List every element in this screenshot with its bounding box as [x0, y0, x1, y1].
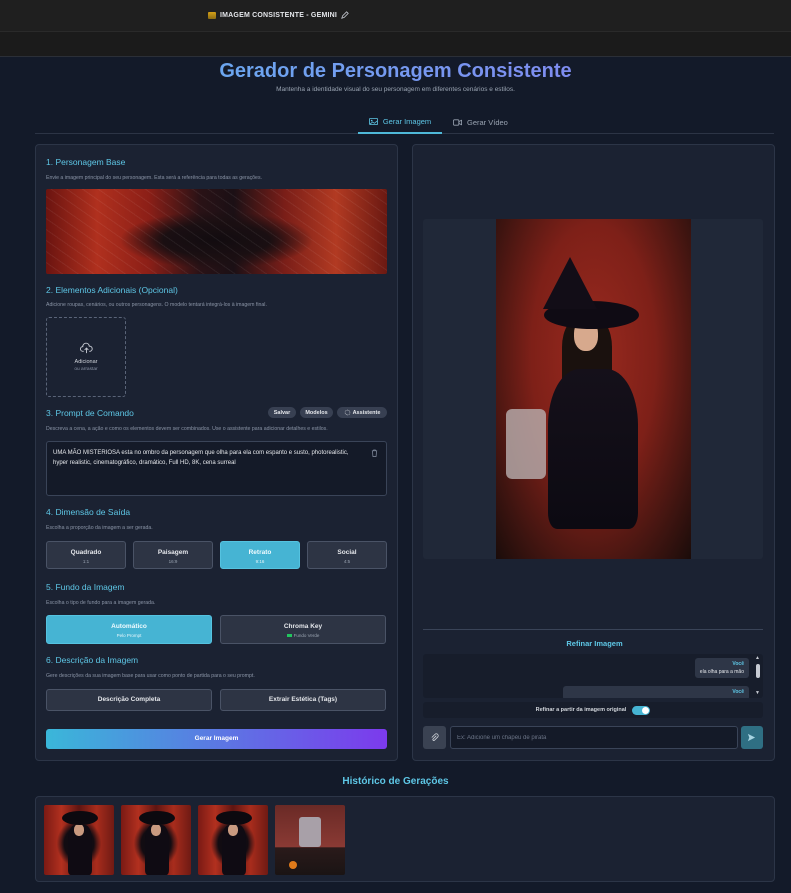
generate-image-button[interactable]: Gerar Imagem [46, 729, 387, 749]
settings-panel: 1. Personagem Base Envie a imagem princi… [35, 144, 398, 761]
add-element-upload[interactable]: Adicionar ou arrastar [46, 317, 126, 397]
trash-icon[interactable] [371, 449, 378, 457]
video-icon [453, 118, 462, 126]
history-thumbnail[interactable] [44, 805, 114, 875]
window-title: IMAGEM CONSISTENTE - GEMINI [208, 11, 349, 19]
section-title: 3. Prompt de Comando [46, 408, 134, 418]
section-desc: Descreva a cena, a ação e como os elemen… [46, 426, 328, 432]
toolbar-strip [0, 32, 791, 57]
page-subtitle: Mantenha a identidade visual do seu pers… [276, 86, 515, 93]
chat-message: Você ela olha para a mão [694, 658, 749, 678]
assistant-button[interactable]: Assistente [337, 407, 387, 418]
section-title: 6. Descrição da Imagem [46, 655, 139, 665]
edit-pencil-icon[interactable] [341, 11, 349, 19]
tab-gerar-video[interactable]: Gerar Vídeo [453, 110, 508, 134]
history-thumbnail[interactable] [121, 805, 191, 875]
background-chroma-button[interactable]: Chroma Key Fundo Verde [220, 615, 386, 644]
tab-label: Gerar Imagem [382, 116, 432, 126]
section-desc: Gere descrições da sua imagem base para … [46, 673, 255, 679]
paperclip-icon [431, 733, 439, 741]
ratio-quadrado-button[interactable]: Quadrado 1:1 [46, 541, 126, 569]
ratio-social-button[interactable]: Social 4:5 [307, 541, 387, 569]
ratio-paisagem-button[interactable]: Paisagem 16:9 [133, 541, 213, 569]
tab-bar: Gerar Imagem Gerar Vídeo [35, 110, 774, 134]
page-title: Gerador de Personagem Consistente [0, 60, 791, 83]
sparkle-icon [344, 409, 350, 416]
upload-sublabel: ou arrastar [74, 367, 98, 372]
upload-label: Adicionar [74, 359, 98, 365]
chat-scrollbar[interactable]: ▲ ▼ [755, 656, 761, 696]
save-prompt-button[interactable]: Salvar [268, 407, 296, 418]
assistant-label: Assistente [352, 409, 381, 416]
section-title: 1. Personagem Base [46, 157, 126, 167]
history-title: Histórico de Gerações [342, 776, 449, 787]
upload-cloud-icon [80, 342, 93, 354]
generated-image[interactable] [496, 219, 691, 559]
prompt-text: UMA MÃO MISTERIOSA esta no ombro da pers… [53, 450, 349, 466]
section-desc: Escolha a proporção da imagem a ser gera… [46, 525, 153, 531]
green-swatch-icon [286, 634, 292, 638]
section-title: 2. Elementos Adicionais (Opcional) [46, 285, 178, 295]
toggle-label: Refinar a partir da imagem original [535, 707, 627, 713]
base-character-image[interactable] [46, 189, 387, 274]
result-panel: Refinar Imagem Você ela olha para a mão … [412, 144, 775, 761]
attach-button[interactable] [423, 726, 446, 749]
tab-gerar-imagem[interactable]: Gerar Imagem [358, 110, 442, 134]
ratio-retrato-button[interactable]: Retrato 9:16 [220, 541, 300, 569]
models-button[interactable]: Modelos [300, 407, 333, 418]
tab-label: Gerar Vídeo [467, 117, 508, 127]
send-button[interactable] [741, 726, 763, 749]
send-icon [747, 733, 756, 742]
scroll-up-icon[interactable]: ▲ [755, 656, 760, 661]
section-title: 5. Fundo da Imagem [46, 582, 125, 592]
image-icon [368, 117, 378, 125]
refine-title: Refinar Imagem [566, 639, 623, 648]
section-title: 4. Dimensão de Saída [46, 507, 131, 517]
divider [423, 629, 763, 630]
scroll-down-icon[interactable]: ▼ [755, 691, 760, 696]
extract-tags-button[interactable]: Extrair Estética (Tags) [220, 689, 386, 711]
history-panel [35, 796, 775, 882]
chat-message: Você [563, 686, 749, 698]
history-thumbnail[interactable] [198, 805, 268, 875]
result-image-area [423, 219, 763, 559]
window-title-bar: IMAGEM CONSISTENTE - GEMINI [0, 0, 791, 32]
refine-chat-history[interactable]: Você ela olha para a mão Você ▲ ▼ [423, 654, 763, 698]
refine-input[interactable] [450, 726, 738, 749]
full-description-button[interactable]: Descrição Completa [46, 689, 212, 711]
section-desc: Escolha o tipo de fundo para a imagem ge… [46, 600, 156, 606]
refine-original-toggle[interactable] [632, 705, 651, 715]
section-desc: Envie a imagem principal do seu personag… [46, 175, 262, 181]
refine-original-toggle-row: Refinar a partir da imagem original [423, 702, 763, 718]
prompt-textarea[interactable]: UMA MÃO MISTERIOSA esta no ombro da pers… [46, 441, 387, 496]
section-desc: Adicione roupas, cenários, ou outros per… [46, 302, 267, 308]
history-thumbnail[interactable] [275, 805, 345, 875]
folder-icon [208, 11, 216, 19]
background-auto-button[interactable]: Automático Pelo Prompt [46, 615, 212, 644]
window-title-text: IMAGEM CONSISTENTE - GEMINI [220, 11, 338, 19]
